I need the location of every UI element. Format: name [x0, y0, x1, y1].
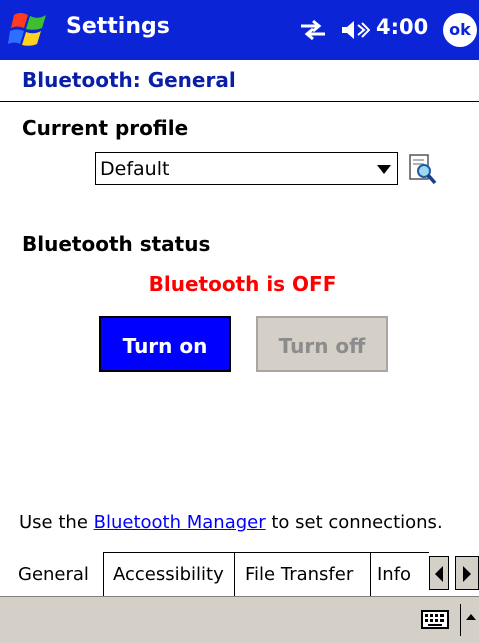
- tab-file-transfer[interactable]: File Transfer: [234, 552, 370, 596]
- input-panel-arrow-button[interactable]: [460, 604, 479, 636]
- chevron-up-icon: [466, 614, 476, 620]
- speaker-icon[interactable]: [340, 18, 370, 42]
- turn-on-button[interactable]: Turn on: [99, 316, 231, 372]
- window-title: Settings: [66, 14, 170, 39]
- connectivity-icon[interactable]: [298, 18, 328, 42]
- bluetooth-status-label: Bluetooth status: [22, 232, 211, 256]
- help-text: Use the Bluetooth Manager to set connect…: [19, 512, 443, 533]
- tab-scroll-left-button[interactable]: [429, 556, 449, 590]
- keyboard-icon[interactable]: [421, 609, 449, 631]
- heading-divider: [0, 101, 479, 102]
- clock[interactable]: 4:00: [376, 15, 428, 39]
- tab-info[interactable]: Info: [370, 552, 429, 596]
- bluetooth-status-text: Bluetooth is OFF: [148, 272, 337, 296]
- tab-general[interactable]: General: [0, 552, 103, 596]
- chevron-down-icon[interactable]: [377, 165, 391, 174]
- page-title: Bluetooth: General: [22, 68, 236, 92]
- profile-dropdown[interactable]: Default: [95, 152, 398, 185]
- bluetooth-manager-link[interactable]: Bluetooth Manager: [94, 512, 266, 533]
- windows-start-icon[interactable]: [8, 9, 52, 51]
- profile-search-icon[interactable]: [404, 152, 438, 186]
- help-text-prefix: Use the: [19, 512, 94, 533]
- turn-off-button: Turn off: [256, 316, 388, 372]
- tab-strip: General Accessibility File Transfer Info: [0, 552, 479, 596]
- tab-scroll-right-button[interactable]: [455, 556, 479, 590]
- title-bar: Settings 4:00 ok: [0, 0, 479, 60]
- help-text-suffix: to set connections.: [265, 512, 443, 533]
- arrow-right-icon: [463, 566, 471, 582]
- ok-button[interactable]: ok: [443, 13, 477, 47]
- arrow-left-icon: [435, 566, 443, 582]
- tab-accessibility[interactable]: Accessibility: [103, 552, 234, 596]
- command-bar: [0, 596, 479, 643]
- current-profile-label: Current profile: [22, 116, 189, 140]
- profile-dropdown-value: Default: [100, 158, 170, 180]
